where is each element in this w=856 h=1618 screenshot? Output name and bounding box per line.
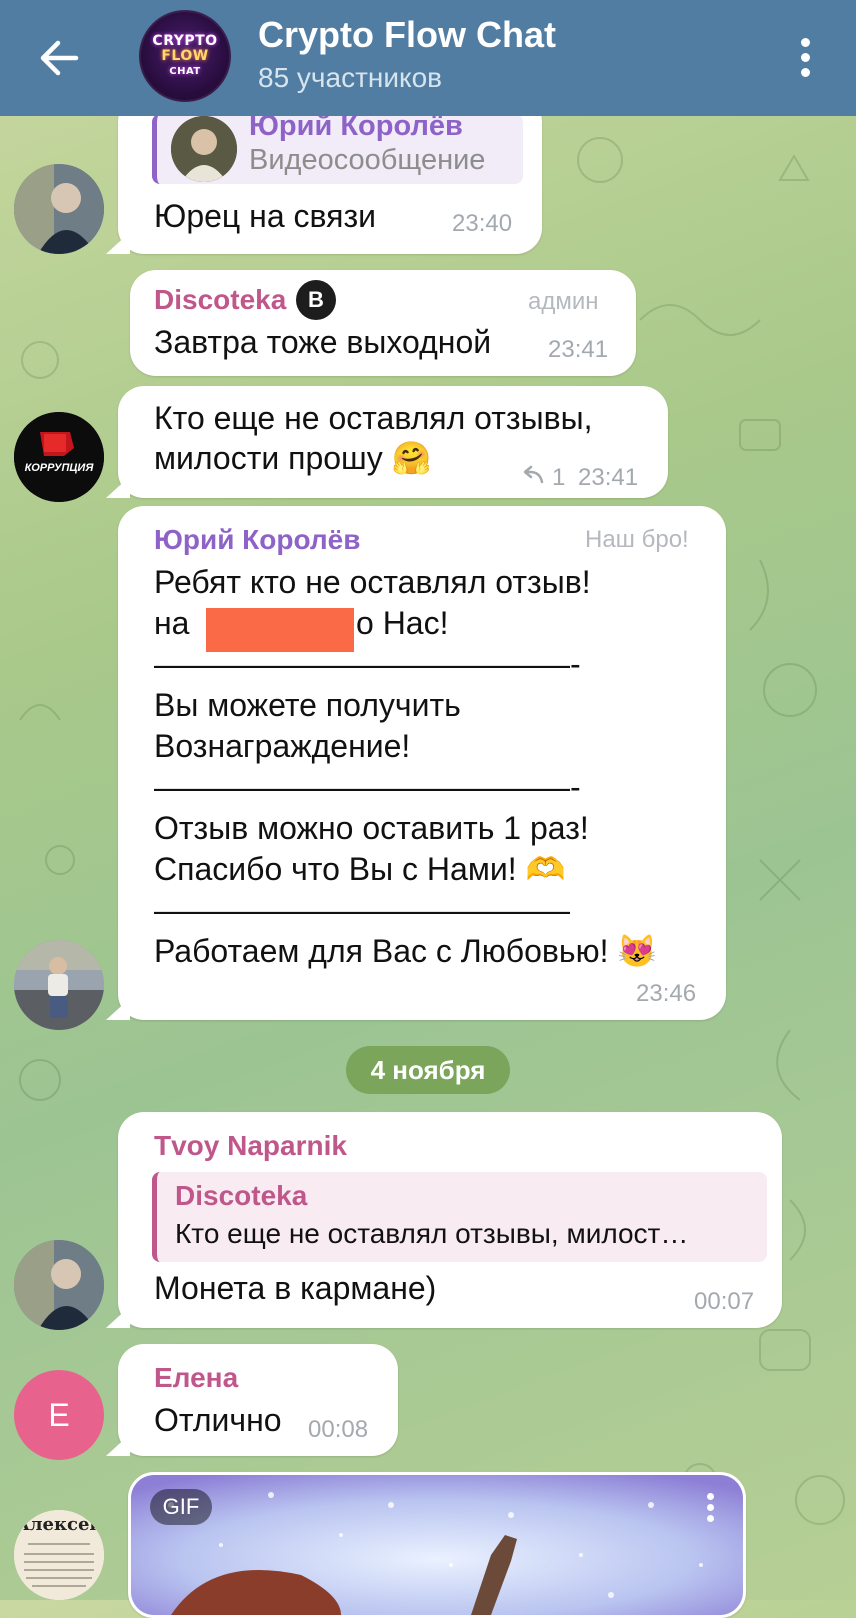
message-line: ————————————— xyxy=(154,892,570,928)
message-time: 23:40 xyxy=(452,210,513,237)
reply-count[interactable]: 1 xyxy=(552,464,565,492)
message-text: Юрец на связи xyxy=(154,198,377,234)
message-bubble[interactable]: Юрий Королёв Видеосообщение Юрец на связ… xyxy=(118,96,542,254)
reply-text: Кто еще не оставлял отзывы, милост… xyxy=(175,1218,689,1249)
group-avatar-line: FLOW xyxy=(161,47,209,64)
message-bubble[interactable]: Кто еще не оставлял отзывы, милости прош… xyxy=(118,386,668,498)
message-line: Отзыв можно оставить 1 раз! xyxy=(154,810,589,846)
korrupciya-logo xyxy=(14,412,104,502)
message-text: Монета в кармане) xyxy=(154,1270,437,1306)
bitcoin-badge-icon: B xyxy=(296,280,336,320)
more-menu-button[interactable] xyxy=(790,34,820,82)
message-time: 23:46 xyxy=(636,980,697,1007)
reply-quote[interactable]: Юрий Королёв Видеосообщение xyxy=(152,114,523,184)
group-avatar-line: CHAT xyxy=(169,65,201,77)
badge-letter: B xyxy=(308,287,324,312)
message-time: 23:41 xyxy=(548,336,609,363)
avatar-letter: Е xyxy=(48,1396,70,1433)
admin-label: админ xyxy=(528,288,599,315)
video-thumbnail xyxy=(171,116,237,182)
avatar-discoteka[interactable]: КОРРУПЦИЯ xyxy=(14,412,104,502)
gif-message[interactable] xyxy=(128,1472,746,1618)
reply-sender: Юрий Королёв xyxy=(249,114,463,142)
message-line: Ребят кто не оставлял отзыв! xyxy=(154,564,591,600)
avatar-tvoy-naparnik[interactable] xyxy=(14,164,104,254)
user-photo xyxy=(14,164,104,254)
message-line: на xyxy=(154,605,190,641)
sender-name[interactable]: Елена xyxy=(154,1362,238,1394)
chat-title[interactable]: Crypto Flow Chat xyxy=(258,14,556,56)
message-line: Работаем для Вас с Любовью! 😻 xyxy=(154,933,658,969)
avatar-aleksey[interactable]: Алексей xyxy=(14,1510,104,1600)
message-line: Спасибо что Вы с Нами! 🫶 xyxy=(154,851,566,887)
user-photo xyxy=(14,940,104,1030)
reply-text: Видеосообщение xyxy=(249,144,486,176)
back-button[interactable] xyxy=(30,30,90,86)
message-bubble[interactable]: Discoteka B админ Завтра тоже выходной 2… xyxy=(130,270,636,376)
message-line: о Нас! xyxy=(356,605,449,641)
message-line: —————————————- xyxy=(154,769,581,805)
date-separator: 4 ноября xyxy=(346,1046,510,1094)
message-line: Вы можете получить xyxy=(154,687,461,723)
reply-arrow-icon[interactable] xyxy=(520,462,546,486)
avatar-caption: Алексей xyxy=(15,1514,103,1535)
group-avatar-line: CRYPTO xyxy=(152,32,218,49)
avatar-yuri-korolev[interactable] xyxy=(14,940,104,1030)
message-bubble[interactable]: Юрий Королёв Наш бро! Ребят кто не остав… xyxy=(118,506,726,1020)
avatar-logo-text: КОРРУПЦИЯ xyxy=(24,462,94,474)
sender-name[interactable]: Discoteka xyxy=(154,284,286,316)
message-text: Завтра тоже выходной xyxy=(154,324,492,360)
arrow-left-icon xyxy=(40,40,79,76)
message-time: 23:41 xyxy=(578,464,639,491)
message-time: 00:08 xyxy=(308,1416,369,1443)
message-line: Кто еще не оставлял отзывы, xyxy=(154,400,593,436)
more-vertical-icon xyxy=(790,38,820,77)
message-text: Отлично xyxy=(154,1402,282,1438)
member-title: Наш бро! xyxy=(585,526,689,553)
avatar-tvoy-naparnik[interactable] xyxy=(14,1240,104,1330)
reply-quote[interactable]: Discoteka Кто еще не оставлял отзывы, ми… xyxy=(152,1172,767,1262)
user-photo xyxy=(14,1240,104,1330)
message-line: —————————————- xyxy=(154,646,581,682)
avatar-elena[interactable]: Е xyxy=(14,1370,104,1460)
message-line: Вознаграждение! xyxy=(154,728,411,764)
gif-menu-button[interactable] xyxy=(700,1490,720,1530)
sender-name[interactable]: Tvoy Naparnik xyxy=(154,1130,347,1162)
group-avatar[interactable]: CRYPTO FLOW CHAT xyxy=(139,10,231,102)
reply-sender: Discoteka xyxy=(175,1180,308,1211)
member-count[interactable]: 85 участников xyxy=(258,62,442,94)
gif-preview xyxy=(131,1475,743,1615)
message-bubble[interactable]: Елена Отлично 00:08 xyxy=(118,1344,398,1456)
message-bubble[interactable]: Tvoy Naparnik Discoteka Кто еще не остав… xyxy=(118,1112,782,1328)
sender-name[interactable]: Юрий Королёв xyxy=(154,524,360,556)
chat-header: CRYPTO FLOW CHAT Crypto Flow Chat 85 уча… xyxy=(0,0,856,116)
more-vertical-icon xyxy=(700,1493,720,1522)
message-list[interactable]: Юрий Королёв Видеосообщение Юрец на связ… xyxy=(0,96,856,1618)
message-time: 00:07 xyxy=(694,1288,755,1315)
message-line: милости прошу 🤗 xyxy=(154,440,432,476)
gif-badge: GIF xyxy=(150,1489,212,1525)
